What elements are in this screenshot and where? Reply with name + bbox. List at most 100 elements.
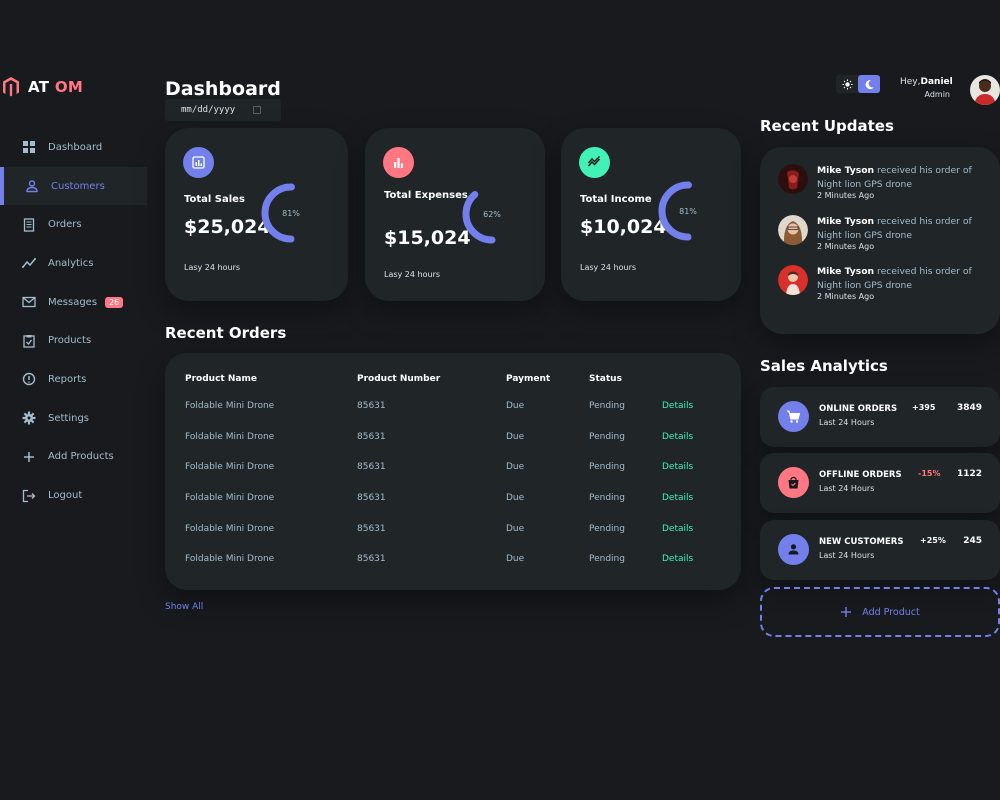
sidebar-item-label: Analytics — [48, 257, 94, 269]
date-input[interactable]: mm/dd/yyyy — [165, 99, 281, 121]
sidebar-item-settings[interactable]: Settings — [0, 399, 147, 438]
sa-change: +25% — [920, 536, 946, 545]
product-number-cell: 85631 — [357, 462, 386, 473]
sun-icon — [842, 79, 852, 89]
analytics-icon — [22, 256, 36, 270]
sidebar-item-products[interactable]: Products — [0, 321, 147, 360]
column-header: Product Name — [185, 374, 257, 384]
avatar[interactable] — [970, 75, 1000, 105]
sidebar-item-orders[interactable]: Orders — [0, 205, 147, 244]
status-cell: Pending — [589, 523, 625, 534]
product-number-cell: 85631 — [357, 554, 386, 565]
sidebar-item-customers[interactable]: Customers — [0, 166, 147, 206]
light-mode-button[interactable] — [836, 75, 858, 93]
greeting: Hey,Daniel — [900, 77, 953, 87]
update-text: Mike Tyson received his order of Night l… — [817, 265, 977, 292]
stocks-icon — [579, 147, 610, 178]
card-footnote: Lasy 24 hours — [184, 263, 241, 272]
brand-part-2: OM — [54, 78, 84, 96]
online-orders-item[interactable]: ONLINE ORDERS Last 24 Hours +395 3849 — [760, 387, 1000, 447]
details-link[interactable]: Details — [662, 544, 712, 575]
sidebar-item-label: Logout — [48, 490, 83, 502]
sidebar-item-label: Settings — [48, 412, 90, 424]
plus-icon — [841, 607, 852, 617]
calendar-icon[interactable] — [253, 106, 262, 114]
sidebar-nav: Dashboard Customers Orders Analytics Mes… — [0, 128, 147, 515]
update-name: Mike Tyson — [817, 266, 875, 277]
greeting-text: Hey, — [900, 77, 921, 87]
progress-ring: 81% — [657, 180, 719, 242]
sa-title: OFFLINE ORDERS — [819, 470, 902, 480]
user-name: Daniel — [920, 77, 953, 87]
details-link[interactable]: Details — [662, 483, 712, 514]
sa-change: -15% — [918, 469, 941, 478]
bag-icon — [778, 467, 809, 498]
product-name-cell: Foldable Mini Drone — [185, 523, 275, 534]
product-number-cell: 85631 — [357, 493, 386, 504]
table-row: Foldable Mini Drone 85631 Due Pending De… — [185, 513, 712, 544]
sidebar-item-messages[interactable]: Messages 26 — [0, 283, 147, 322]
product-number-cell: 85631 — [357, 431, 386, 442]
show-all-link[interactable]: Show All — [165, 602, 203, 612]
new-customers-item[interactable]: NEW CUSTOMERS Last 24 Hours +25% 245 — [760, 520, 1000, 580]
logo[interactable]: AT OM — [2, 76, 83, 98]
user-role: Admin — [924, 90, 951, 99]
sidebar-item-add-products[interactable]: Add Products — [0, 438, 147, 477]
status-cell: Pending — [589, 554, 625, 565]
page-title: Dashboard — [165, 78, 281, 100]
update-name: Mike Tyson — [817, 165, 875, 176]
sidebar-item-label: Products — [48, 335, 92, 347]
column-header: Product Number — [357, 374, 441, 384]
sidebar-item-label: Customers — [51, 180, 105, 192]
table-row: Foldable Mini Drone 85631 Due Pending De… — [185, 452, 712, 483]
table-header-row: Product Name Product Number Payment Stat… — [185, 367, 712, 391]
receipt-icon — [22, 218, 36, 232]
plus-icon — [22, 450, 36, 464]
sidebar-item-reports[interactable]: Reports — [0, 360, 147, 399]
status-cell: Pending — [589, 493, 625, 504]
details-link[interactable]: Details — [662, 391, 712, 422]
table-row: Foldable Mini Drone 85631 Due Pending De… — [185, 391, 712, 422]
bar-chart-icon — [383, 147, 414, 178]
update-item: Mike Tyson received his order of Night l… — [778, 265, 977, 301]
add-product-button[interactable]: Add Product — [760, 587, 1000, 637]
offline-orders-item[interactable]: OFFLINE ORDERS Last 24 Hours -15% 1122 — [760, 453, 1000, 513]
product-name-cell: Foldable Mini Drone — [185, 401, 275, 412]
sa-title: NEW CUSTOMERS — [819, 537, 904, 547]
messages-count-badge: 26 — [105, 296, 124, 308]
sa-change: +395 — [912, 403, 936, 412]
update-item: Mike Tyson received his order of Night l… — [778, 164, 977, 200]
magento-logo-icon — [3, 77, 19, 97]
details-link[interactable]: Details — [662, 422, 712, 453]
column-header: Payment — [506, 374, 551, 384]
theme-toggle[interactable] — [836, 75, 880, 93]
analytics-icon — [183, 147, 214, 178]
update-time: 2 Minutes Ago — [817, 242, 875, 251]
product-name-cell: Foldable Mini Drone — [185, 554, 275, 565]
details-link[interactable]: Details — [662, 513, 712, 544]
sidebar-item-analytics[interactable]: Analytics — [0, 244, 147, 283]
payment-cell: Due — [506, 401, 525, 412]
card-value: $15,024 — [384, 227, 471, 249]
sidebar-item-logout[interactable]: Logout — [0, 476, 147, 515]
sidebar-item-dashboard[interactable]: Dashboard — [0, 128, 147, 167]
update-text: Mike Tyson received his order of Night l… — [817, 215, 977, 242]
card-label: Total Income — [580, 194, 652, 205]
details-link[interactable]: Details — [662, 452, 712, 483]
sa-subtitle: Last 24 Hours — [819, 484, 875, 493]
add-product-label: Add Product — [862, 606, 920, 618]
sidebar-item-label: Orders — [48, 219, 82, 231]
sa-subtitle: Last 24 Hours — [819, 418, 875, 427]
card-value: $25,024 — [184, 216, 271, 238]
product-number-cell: 85631 — [357, 401, 386, 412]
column-header: Status — [589, 374, 622, 384]
card-footnote: Lasy 24 hours — [580, 263, 637, 272]
gear-icon — [22, 411, 36, 425]
progress-ring: 62% — [461, 183, 523, 245]
progress-percent: 81% — [282, 208, 300, 218]
dark-mode-button[interactable] — [858, 75, 880, 93]
sidebar-item-label: Reports — [48, 373, 87, 385]
expenses-card: Total Expenses $15,024 62% Lasy 24 hours — [365, 128, 545, 301]
profile-info: Hey,Daniel Admin — [900, 77, 953, 99]
update-item: Mike Tyson received his order of Night l… — [778, 215, 977, 251]
